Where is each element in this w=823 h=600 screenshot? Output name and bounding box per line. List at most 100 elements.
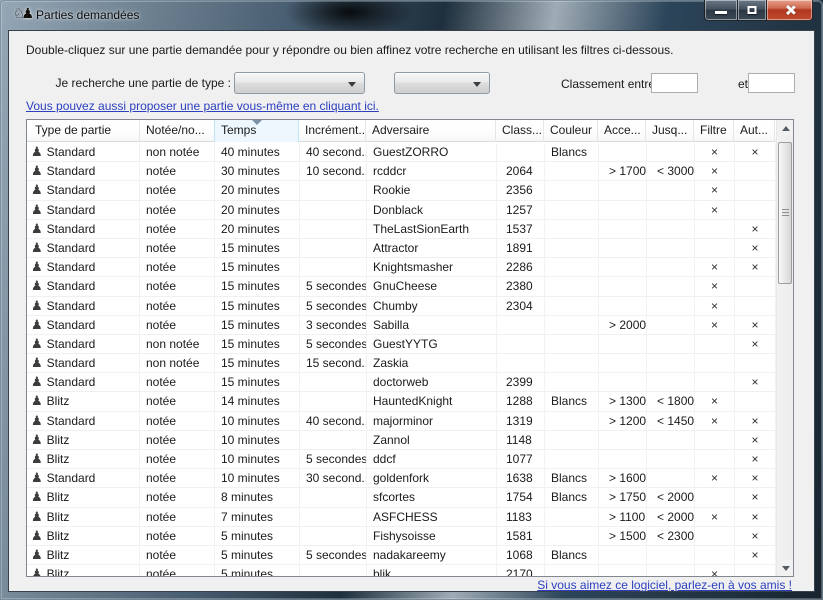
propose-game-link[interactable]: Vous pouvez aussi proposer une partie vo…: [26, 99, 379, 113]
cell: Attractor: [367, 239, 497, 258]
table-row[interactable]: ♟Standardnotée15 minutesAttractor1891×: [27, 239, 776, 258]
share-app-link[interactable]: Si vous aimez ce logiciel, parlez-en à v…: [537, 578, 792, 592]
cell: 30 second...: [300, 469, 367, 488]
cell: notée: [140, 277, 215, 296]
column-header-1[interactable]: Type de partie: [27, 120, 140, 142]
cell: 2304: [497, 297, 545, 316]
table-row[interactable]: ♟Standardnotée20 minutesRookie2356×: [27, 181, 776, 200]
minimize-button[interactable]: [704, 0, 738, 21]
table-row[interactable]: ♟Standardnon notée40 minutes40 second...…: [27, 143, 776, 162]
table-row[interactable]: ♟Standardnotée15 minutesKnightsmasher228…: [27, 258, 776, 277]
cell: [735, 392, 776, 411]
rating-min-input[interactable]: [651, 73, 698, 93]
table-row[interactable]: ♟Blitznotée14 minutesHauntedKnight1288Bl…: [27, 392, 776, 411]
scrollbar-thumb[interactable]: [778, 142, 792, 284]
game-subtype-dropdown[interactable]: [394, 72, 490, 94]
column-header-3[interactable]: Temps: [214, 120, 299, 142]
cell: [735, 277, 776, 296]
cell: 1068: [497, 546, 545, 565]
cell: ×: [735, 431, 776, 450]
column-header-label: Filtre: [700, 123, 727, 137]
scroll-down-button[interactable]: [777, 560, 794, 576]
table-header-row: Type de partie Notée/no...TempsIncrément.…: [27, 120, 776, 142]
cell: 15 minutes: [215, 239, 300, 258]
cell: [647, 335, 695, 354]
table-row[interactable]: ♟Blitznotée5 minutesblik2170×: [27, 565, 776, 576]
scroll-down-icon: [782, 566, 790, 571]
game-type-dropdown[interactable]: [234, 72, 365, 94]
cell: ×: [735, 258, 776, 277]
maximize-button[interactable]: [738, 0, 767, 21]
column-header-7[interactable]: Couleur: [544, 120, 598, 142]
table-row[interactable]: ♟Standardnon notée15 minutes15 second...…: [27, 354, 776, 373]
table-row[interactable]: ♟Standardnotée30 minutes10 second...rcdd…: [27, 162, 776, 181]
cell: 3 secondes: [300, 316, 367, 335]
cell: < 2300: [647, 527, 695, 546]
scroll-up-button[interactable]: [777, 120, 794, 136]
cell: ♟Standard: [27, 316, 140, 335]
cell: ×: [735, 335, 776, 354]
cell: ASFCHESS: [367, 508, 497, 527]
table-row[interactable]: ♟Blitznotée8 minutessfcortes1754Blancs> …: [27, 488, 776, 507]
cell: notée: [140, 297, 215, 316]
table-row[interactable]: ♟Standardnotée15 minutesdoctorweb2399×: [27, 373, 776, 392]
cell: [545, 565, 599, 576]
cell: > 1700: [599, 162, 647, 181]
table-row[interactable]: ♟Standardnotée15 minutes3 secondesSabill…: [27, 316, 776, 335]
vertical-scrollbar[interactable]: [776, 120, 793, 576]
cell: ♟Blitz: [27, 565, 140, 576]
table-row[interactable]: ♟Blitznotée7 minutesASFCHESS1183> 1100< …: [27, 508, 776, 527]
column-header-label: Type de partie: [35, 123, 111, 137]
table-row[interactable]: ♟Standardnotée10 minutes40 second...majo…: [27, 412, 776, 431]
table-row[interactable]: ♟Blitznotée5 minutes5 secondesnadakareem…: [27, 546, 776, 565]
cell: ♟Blitz: [27, 392, 140, 411]
cell: ×: [695, 412, 735, 431]
table-row[interactable]: ♟Standardnotée20 minutesDonblack1257×: [27, 201, 776, 220]
table-row[interactable]: ♟Standardnon notée15 minutes5 secondesGu…: [27, 335, 776, 354]
cell: > 2000: [599, 316, 647, 335]
game-type-text: Standard: [47, 203, 96, 217]
close-button[interactable]: [767, 0, 813, 21]
column-header-label: Aut...: [740, 123, 768, 137]
rating-between-label: Classement entre: [561, 77, 655, 91]
rating-max-input[interactable]: [748, 73, 795, 93]
cell: 30 minutes: [215, 162, 300, 181]
column-header-label: Adversaire: [372, 123, 429, 137]
cell: [647, 277, 695, 296]
table-row[interactable]: ♟Blitznotée10 minutes5 secondesddcf1077×: [27, 450, 776, 469]
column-header-2[interactable]: Notée/no...: [140, 120, 215, 142]
cell: ♟Standard: [27, 239, 140, 258]
cell: Fishysoisse: [367, 527, 497, 546]
table-row[interactable]: ♟Blitznotée5 minutesFishysoisse1581> 150…: [27, 527, 776, 546]
column-header-10[interactable]: Filtre: [694, 120, 734, 142]
pawn-icon: ♟: [31, 414, 43, 429]
cell: [599, 546, 647, 565]
column-header-4[interactable]: Incrément...: [299, 120, 366, 142]
table-row[interactable]: ♟Standardnotée20 minutesTheLastSionEarth…: [27, 220, 776, 239]
cell: ×: [735, 316, 776, 335]
cell: [599, 565, 647, 576]
table-row[interactable]: ♟Blitznotée10 minutesZannol1148×: [27, 431, 776, 450]
table-row[interactable]: ♟Standardnotée15 minutes5 secondesGnuChe…: [27, 277, 776, 296]
sort-indicator-icon: [252, 120, 262, 125]
cell: [545, 201, 599, 220]
cell: 15 minutes: [215, 316, 300, 335]
column-header-11[interactable]: Aut...: [734, 120, 775, 142]
cell: notée: [140, 412, 215, 431]
pawn-icon: ♟: [31, 260, 43, 275]
column-header-5[interactable]: Adversaire: [366, 120, 496, 142]
cell: [545, 162, 599, 181]
column-header-8[interactable]: Acce...: [598, 120, 646, 142]
pawn-icon: ♟: [31, 318, 43, 333]
cell: ddcf: [367, 450, 497, 469]
cell: [695, 239, 735, 258]
cell: [599, 239, 647, 258]
column-header-6[interactable]: Class...: [496, 120, 544, 142]
cell: 5 secondes: [300, 450, 367, 469]
pawn-icon: ♟: [31, 222, 43, 237]
cell: ♟Standard: [27, 277, 140, 296]
cell: [300, 258, 367, 277]
table-row[interactable]: ♟Standardnotée15 minutes5 secondesChumby…: [27, 297, 776, 316]
table-row[interactable]: ♟Standardnotée10 minutes30 second...gold…: [27, 469, 776, 488]
column-header-9[interactable]: Jusq...: [646, 120, 694, 142]
